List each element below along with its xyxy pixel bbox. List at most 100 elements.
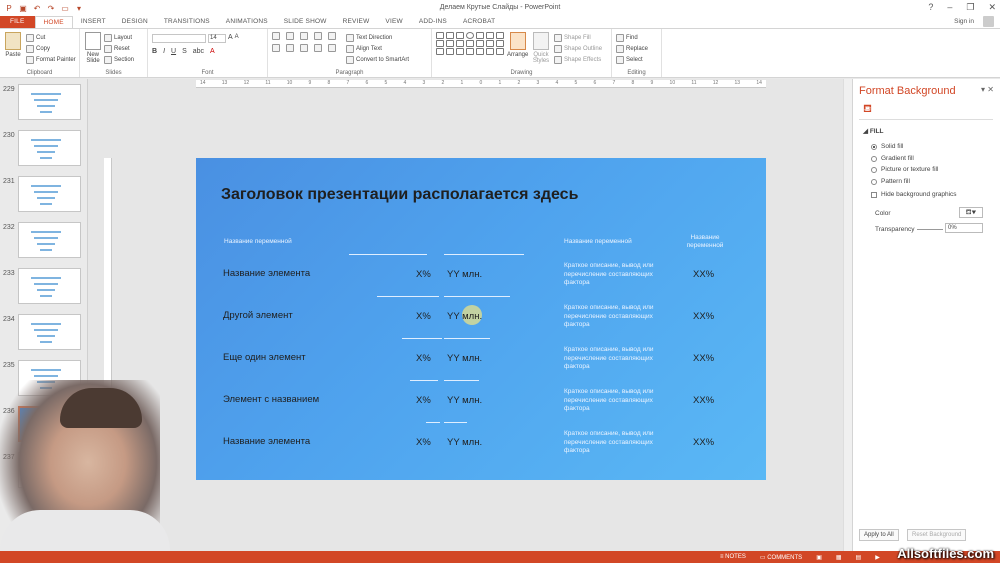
picture-fill-option[interactable]: Picture or texture fill (871, 166, 938, 173)
row-xx-percent[interactable]: XX% (693, 437, 714, 448)
minimize-icon[interactable]: – (947, 2, 952, 13)
font-size-box[interactable]: 14 (208, 34, 226, 43)
grow-font-icon[interactable]: A (228, 34, 233, 43)
text-direction-button[interactable]: Text Direction (346, 32, 409, 43)
row-value[interactable]: YY млн. (447, 353, 482, 364)
slide-sorter-icon[interactable]: ▦ (836, 554, 842, 561)
tab-animations[interactable]: ANIMATIONS (218, 16, 276, 28)
slide-title[interactable]: Заголовок презентации располагается здес… (221, 186, 578, 204)
shrink-font-icon[interactable]: A (235, 34, 239, 43)
reset-button[interactable]: Reset (104, 43, 134, 54)
restore-icon[interactable]: ❐ (966, 2, 974, 13)
row-description[interactable]: Краткое описание, вывод или перечисление… (564, 304, 669, 330)
shapes-gallery[interactable] (436, 32, 505, 55)
section-button[interactable]: Section (104, 54, 134, 65)
align-left-icon[interactable] (272, 44, 280, 52)
row-description[interactable]: Краткое описание, вывод или перечисление… (564, 262, 669, 288)
row-percent[interactable]: X% (416, 395, 431, 406)
paint-bucket-icon[interactable]: ⛾ (863, 103, 872, 117)
increase-indent-icon[interactable] (314, 32, 322, 40)
align-text-button[interactable]: Align Text (346, 43, 409, 54)
row-percent[interactable]: X% (416, 311, 431, 322)
underline-icon[interactable]: U (171, 48, 176, 55)
row-value[interactable]: YY млн. (447, 437, 482, 448)
slide-thumbnail[interactable] (18, 314, 81, 350)
columns-icon[interactable] (328, 44, 336, 52)
align-center-icon[interactable] (286, 44, 294, 52)
row-name[interactable]: Элемент с названием (223, 394, 319, 405)
row-percent[interactable]: X% (416, 353, 431, 364)
row-name[interactable]: Другой элемент (223, 310, 293, 321)
replace-button[interactable]: Replace (616, 43, 657, 54)
italic-icon[interactable]: I (163, 48, 165, 55)
reset-background-button[interactable]: Reset Background (907, 529, 967, 541)
decrease-indent-icon[interactable] (300, 32, 308, 40)
font-color-icon[interactable]: A (210, 48, 215, 55)
paste-button[interactable]: Paste (5, 32, 21, 58)
row-xx-percent[interactable]: XX% (693, 395, 714, 406)
transparency-input[interactable]: 0% (945, 223, 983, 233)
row-xx-percent[interactable]: XX% (693, 353, 714, 364)
tab-add-ins[interactable]: ADD-INS (411, 16, 455, 28)
copy-button[interactable]: Copy (26, 43, 76, 54)
slide-thumbnail[interactable] (18, 222, 81, 258)
arrange-button[interactable]: Arrange (507, 32, 528, 58)
row-value[interactable]: YY млн. (447, 395, 482, 406)
tab-insert[interactable]: INSERT (73, 16, 114, 28)
new-slide-button[interactable]: New Slide (84, 32, 102, 64)
bullets-icon[interactable] (272, 32, 280, 40)
select-button[interactable]: Select (616, 54, 657, 65)
tab-review[interactable]: REVIEW (335, 16, 378, 28)
gradient-fill-option[interactable]: Gradient fill (871, 155, 914, 162)
row-name[interactable]: Еще один элемент (223, 352, 306, 363)
row-description[interactable]: Краткое описание, вывод или перечисление… (564, 430, 669, 456)
font-name-box[interactable] (152, 34, 206, 43)
tab-view[interactable]: VIEW (377, 16, 410, 28)
comments-button[interactable]: ▭ COMMENTS (760, 554, 802, 561)
cut-button[interactable]: Cut (26, 32, 76, 43)
slide-thumbnail[interactable] (18, 176, 81, 212)
shape-fill-button[interactable]: Shape Fill (554, 32, 602, 43)
row-percent[interactable]: X% (416, 269, 431, 280)
reading-view-icon[interactable]: ▤ (856, 554, 862, 561)
quick-styles-button[interactable]: Quick Styles (530, 32, 552, 64)
slideshow-icon[interactable]: ▶ (875, 554, 880, 561)
convert-smartart-button[interactable]: Convert to SmartArt (346, 54, 409, 65)
numbering-icon[interactable] (286, 32, 294, 40)
row-name[interactable]: Название элемента (223, 436, 310, 447)
row-percent[interactable]: X% (416, 437, 431, 448)
layout-button[interactable]: Layout (104, 32, 134, 43)
slide-thumbnail[interactable] (18, 84, 81, 120)
solid-fill-option[interactable]: Solid fill (871, 143, 903, 150)
row-xx-percent[interactable]: XX% (693, 311, 714, 322)
line-spacing-icon[interactable] (328, 32, 336, 40)
hide-background-checkbox[interactable]: Hide background graphics (871, 191, 957, 198)
find-button[interactable]: Find (616, 32, 657, 43)
row-description[interactable]: Краткое описание, вывод или перечисление… (564, 388, 669, 414)
notes-button[interactable]: ≡ NOTES (720, 554, 746, 560)
apply-to-all-button[interactable]: Apply to All (859, 529, 899, 541)
row-value[interactable]: YY млн. (447, 269, 482, 280)
normal-view-icon[interactable]: ▣ (816, 554, 822, 561)
row-value[interactable]: YY млн. (447, 311, 482, 322)
slide-thumbnail[interactable] (18, 130, 81, 166)
column-header-3[interactable]: Название переменной (564, 238, 632, 245)
pane-close-icon[interactable]: ▾ ✕ (981, 85, 994, 94)
tab-acrobat[interactable]: ACROBAT (455, 16, 503, 28)
vertical-scrollbar[interactable] (843, 79, 852, 551)
user-avatar[interactable] (983, 16, 994, 27)
row-description[interactable]: Краткое описание, вывод или перечисление… (564, 346, 669, 372)
strikethrough-icon[interactable]: abc (193, 48, 204, 55)
shape-effects-button[interactable]: Shape Effects (554, 54, 602, 65)
justify-icon[interactable] (314, 44, 322, 52)
tab-transitions[interactable]: TRANSITIONS (156, 16, 218, 28)
row-xx-percent[interactable]: XX% (693, 269, 714, 280)
sign-in-link[interactable]: Sign in (954, 18, 974, 25)
color-picker-button[interactable]: ⛾▾ (959, 207, 983, 218)
help-icon[interactable]: ? (928, 2, 933, 13)
fill-section-header[interactable]: ◢ FILL (863, 127, 884, 135)
slide-thumbnail[interactable] (18, 268, 81, 304)
bold-icon[interactable]: B (152, 48, 157, 55)
column-header-1[interactable]: Название переменной (224, 238, 292, 245)
format-painter-button[interactable]: Format Painter (26, 54, 76, 65)
